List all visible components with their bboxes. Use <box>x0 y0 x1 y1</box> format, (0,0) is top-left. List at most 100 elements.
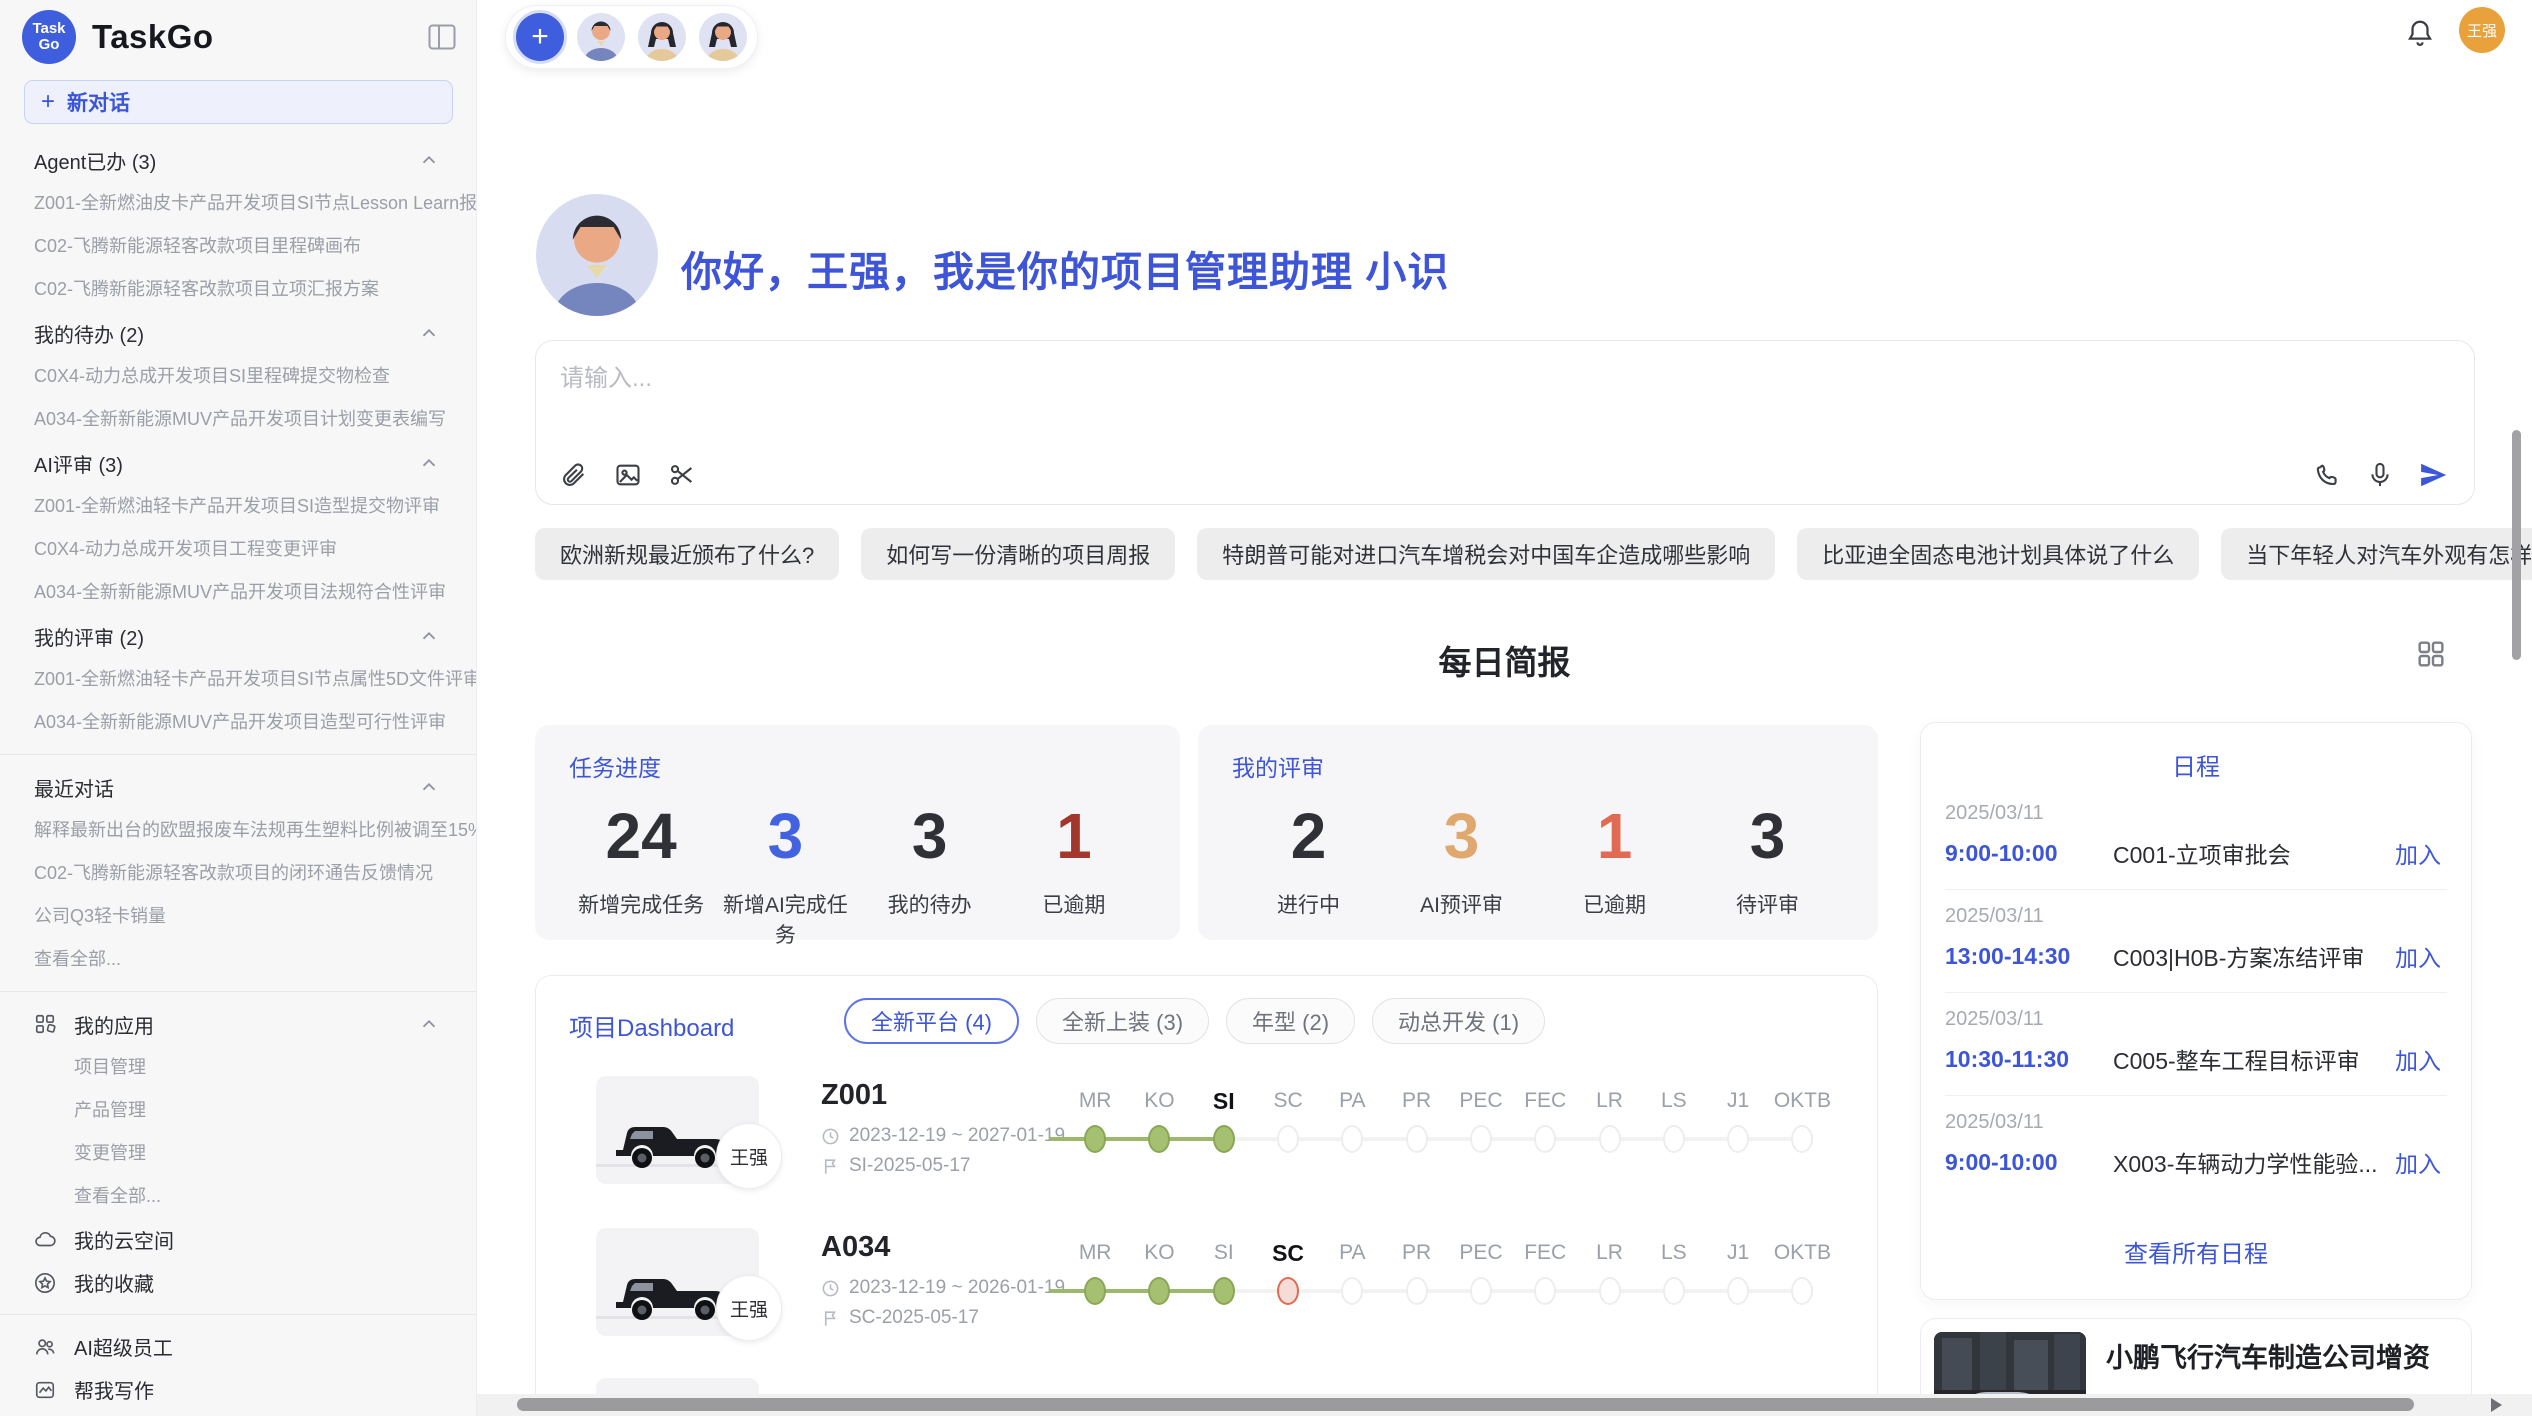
join-button[interactable]: 加入 <box>2389 939 2447 973</box>
sidebar-item-my-apps[interactable]: 我的应用 <box>0 1002 476 1046</box>
suggestion-chip[interactable]: 欧洲新规最近颁布了什么? <box>535 528 839 580</box>
join-button[interactable]: 加入 <box>2389 836 2447 870</box>
milestone-dot <box>1727 1125 1749 1153</box>
view-all-schedule-link[interactable]: 查看所有日程 <box>1921 1234 2471 1269</box>
sidebar-item[interactable]: Z001-全新燃油轻卡产品开发项目SI造型提交物评审 <box>0 485 476 528</box>
sidebar-item-cloud-space[interactable]: 我的云空间 <box>0 1218 476 1261</box>
project-row[interactable]: 王强 Z001 2023-12-19 ~ 2027-01-19 SI-2025-… <box>536 1071 1878 1221</box>
tab-all-new-body[interactable]: 全新上装 (3) <box>1036 998 1209 1044</box>
vertical-scrollbar-thumb[interactable] <box>2512 430 2521 660</box>
send-icon[interactable] <box>2418 460 2448 490</box>
news-title: 小鹏飞行汽车制造公司增资 <box>2106 1336 2458 1375</box>
sidebar: Task Go TaskGo + 新对话 Agent已办 (3) Z001-全新… <box>0 0 477 1416</box>
star-icon <box>34 1272 56 1294</box>
tab-powertrain-dev[interactable]: 动总开发 (1) <box>1372 998 1545 1044</box>
notification-bell-icon[interactable] <box>2405 18 2435 48</box>
sidebar-item[interactable]: C0X4-动力总成开发项目SI里程碑提交物检查 <box>0 355 476 398</box>
my-review-card: 我的评审 2 进行中 3 AI预评审 1 已逾期 3 待评审 <box>1198 725 1878 940</box>
section-header-my-review[interactable]: 我的评审 (2) <box>0 614 476 658</box>
suggestion-chip[interactable]: 当下年轻人对汽车外观有怎样的喜好趋势 <box>2221 528 2532 580</box>
logo-line2: Go <box>39 37 60 53</box>
app-grid-icon <box>34 1013 56 1035</box>
sidebar-item[interactable]: Z001-全新燃油皮卡产品开发项目SI节点Lesson Learn报告 <box>0 182 476 225</box>
suggestion-chips: 欧洲新规最近颁布了什么? 如何写一份清晰的项目周报 特朗普可能对进口汽车增税会对… <box>535 528 2532 580</box>
join-button[interactable]: 加入 <box>2389 1145 2447 1179</box>
view-all-chats[interactable]: 查看全部... <box>0 938 476 981</box>
sidebar-item[interactable]: C0X4-动力总成开发项目工程变更评审 <box>0 528 476 571</box>
sidebar-collapse-icon[interactable] <box>428 24 456 50</box>
project-info: A034 2023-12-19 ~ 2026-01-19 SC-2025-05-… <box>821 1229 1065 1333</box>
phone-icon[interactable] <box>2314 460 2344 490</box>
sidebar-item-favorites[interactable]: 我的收藏 <box>0 1261 476 1304</box>
milestone-dot <box>1084 1277 1106 1305</box>
scroll-right-arrow-icon[interactable] <box>2491 1398 2502 1412</box>
milestone-dot <box>1663 1125 1685 1153</box>
sidebar-item[interactable]: C02-飞腾新能源轻客改款项目里程碑画布 <box>0 225 476 268</box>
section-header-recent-chats[interactable]: 最近对话 <box>0 765 476 809</box>
layout-grid-icon[interactable] <box>2415 638 2447 670</box>
milestone-dot <box>1470 1125 1492 1153</box>
divider <box>0 754 476 755</box>
sidebar-item[interactable]: C02-飞腾新能源轻客改款项目的闭环通告反馈情况 <box>0 852 476 895</box>
scissors-icon[interactable] <box>668 460 698 490</box>
tab-all-new-platform[interactable]: 全新平台 (4) <box>844 998 1019 1044</box>
milestone-dot <box>1084 1125 1106 1153</box>
chevron-up-icon <box>418 776 440 798</box>
milestone-dot <box>1727 1277 1749 1305</box>
project-code: A034 <box>821 1229 1065 1265</box>
stat-new-done: 24 新增完成任务 <box>569 797 713 949</box>
chat-input[interactable] <box>560 359 2060 399</box>
milestone-dot <box>1534 1277 1556 1305</box>
sidebar-item[interactable]: 解释最新出台的欧盟报废车法规再生塑料比例被调至15%... <box>0 809 476 852</box>
sidebar-item[interactable]: C02-飞腾新能源轻客改款项目立项汇报方案 <box>0 268 476 311</box>
new-session-button[interactable]: + <box>516 13 564 61</box>
avatar[interactable] <box>699 13 747 61</box>
milestone-dot <box>1213 1277 1235 1305</box>
section-header-ai-review[interactable]: AI评审 (3) <box>0 441 476 485</box>
sidebar-item[interactable]: Z001-全新燃油轻卡产品开发项目SI节点属性5D文件评审 <box>0 658 476 701</box>
section-header-my-todo[interactable]: 我的待办 (2) <box>0 311 476 355</box>
horizontal-scrollbar-thumb[interactable] <box>517 1398 2414 1411</box>
project-row[interactable]: 王强 A034 2023-12-19 ~ 2026-01-19 SC-2025-… <box>536 1223 1878 1373</box>
attachment-icon[interactable] <box>560 460 590 490</box>
sidebar-item-change-mgmt[interactable]: 变更管理 <box>0 1132 476 1175</box>
suggestion-chip[interactable]: 如何写一份清晰的项目周报 <box>861 528 1175 580</box>
sidebar-item-write-for-me[interactable]: 帮我写作 <box>0 1368 476 1411</box>
avatar[interactable] <box>638 13 686 61</box>
people-icon <box>34 1336 56 1358</box>
project-dates: 2023-12-19 ~ 2026-01-19 <box>821 1273 1065 1303</box>
sidebar-item-creative-drawing[interactable]: 创意制图 <box>0 1411 476 1416</box>
image-icon[interactable] <box>614 460 644 490</box>
sidebar-item-product-mgmt[interactable]: 产品管理 <box>0 1089 476 1132</box>
stat-my-todo: 3 我的待办 <box>858 797 1002 949</box>
tab-model-year[interactable]: 年型 (2) <box>1226 998 1355 1044</box>
user-avatar[interactable]: 王强 <box>2459 7 2505 53</box>
dashboard-tabs: 全新平台 (4) 全新上装 (3) 年型 (2) 动总开发 (1) <box>844 998 1545 1044</box>
milestone-dot <box>1599 1277 1621 1305</box>
avatar[interactable] <box>577 13 625 61</box>
section-header-agent-done[interactable]: Agent已办 (3) <box>0 138 476 182</box>
daily-briefing-title: 每日简报 <box>477 636 2532 684</box>
news-text: 小鹏飞行汽车制造公司增资 天眼查 App 显示，近日广州汇天飞行汽... <box>2086 1332 2458 1402</box>
schedule-date: 2025/03/11 <box>1945 1111 2447 1134</box>
sidebar-item[interactable]: 公司Q3轻卡销量 <box>0 895 476 938</box>
sidebar-item-project-mgmt[interactable]: 项目管理 <box>0 1046 476 1089</box>
sidebar-item-ai-employees[interactable]: AI超级员工 <box>0 1325 476 1368</box>
main-area: + 王强 你好，王强，我是你的项目管理助理 小识 <box>477 0 2532 1416</box>
milestone-dot <box>1406 1277 1428 1305</box>
microphone-icon[interactable] <box>2366 460 2396 490</box>
join-button[interactable]: 加入 <box>2389 1042 2447 1076</box>
sidebar-item[interactable]: A034-全新新能源MUV产品开发项目法规符合性评审 <box>0 571 476 614</box>
schedule-item: 2025/03/11 9:00-10:00 X003-车辆动力学性能验... 加… <box>1945 1096 2447 1198</box>
schedule-list: 2025/03/11 9:00-10:00 C001-立项审批会 加入 2025… <box>1945 787 2447 1198</box>
suggestion-chip[interactable]: 特朗普可能对进口汽车增税会对中国车企造成哪些影响 <box>1197 528 1775 580</box>
sidebar-item[interactable]: A034-全新新能源MUV产品开发项目造型可行性评审 <box>0 701 476 744</box>
input-actions <box>2314 460 2448 490</box>
sidebar-item[interactable]: A034-全新新能源MUV产品开发项目计划变更表编写 <box>0 398 476 441</box>
project-flag: SC-2025-05-17 <box>821 1303 1065 1333</box>
new-chat-button[interactable]: + 新对话 <box>24 80 453 124</box>
view-all-apps[interactable]: 查看全部... <box>0 1175 476 1218</box>
suggestion-chip[interactable]: 比亚迪全固态电池计划具体说了什么 <box>1797 528 2199 580</box>
project-dates: 2023-12-19 ~ 2027-01-19 <box>821 1121 1065 1151</box>
milestone-dot <box>1341 1125 1363 1153</box>
